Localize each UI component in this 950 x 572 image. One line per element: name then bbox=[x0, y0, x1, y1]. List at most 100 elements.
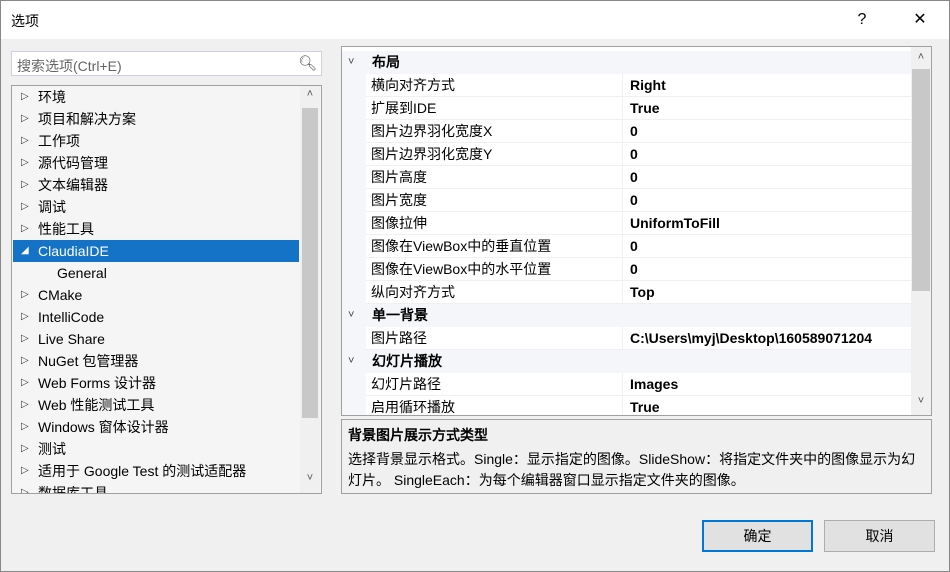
search-input[interactable]: 搜索选项(Ctrl+E) 🔍︎ bbox=[11, 51, 322, 76]
search-icon[interactable]: 🔍︎ bbox=[298, 54, 317, 72]
tree-item[interactable]: ▷ Web 性能测试工具 bbox=[13, 394, 299, 416]
property-row[interactable]: 启用循环播放 True bbox=[342, 396, 911, 415]
property-value[interactable]: 0 bbox=[630, 189, 638, 211]
property-category[interactable]: ˅ 幻灯片播放 bbox=[342, 350, 911, 373]
category-label: 单一背景 bbox=[372, 307, 428, 323]
collapsed-arrow-icon[interactable]: ▷ bbox=[21, 306, 29, 328]
scroll-thumb[interactable] bbox=[912, 69, 930, 291]
property-category[interactable]: ˅ 单一背景 bbox=[342, 304, 911, 327]
collapsed-arrow-icon[interactable]: ▷ bbox=[21, 350, 29, 372]
property-row[interactable]: 幻灯片路径 Images bbox=[342, 373, 911, 396]
options-tree[interactable]: ▷ 数据库工具 ▷ 适用于 Google Test 的测试适配器 ▷ 测试 ▷ Windows… bbox=[11, 85, 322, 494]
collapsed-arrow-icon[interactable]: ▷ bbox=[21, 328, 29, 350]
property-value[interactable]: 0 bbox=[630, 235, 638, 257]
tree-item[interactable]: ▷ 源代码管理 bbox=[13, 152, 299, 174]
property-category[interactable]: ˅ 布局 bbox=[342, 51, 911, 74]
property-row[interactable]: 图片高度 0 bbox=[342, 166, 911, 189]
grid-scrollbar[interactable]: ˄ ˅ bbox=[911, 47, 931, 415]
tree-scrollbar[interactable]: ˄ ˅ bbox=[300, 86, 320, 493]
row-gutter bbox=[342, 281, 366, 304]
tree-item[interactable]: ▷ IntelliCode bbox=[13, 306, 299, 328]
property-value[interactable]: 0 bbox=[630, 258, 638, 280]
property-value[interactable]: True bbox=[630, 97, 660, 119]
scroll-down-icon[interactable]: ˅ bbox=[300, 472, 320, 484]
tree-item[interactable]: ▷ 测试 bbox=[13, 438, 299, 460]
property-row[interactable]: 图片边界羽化宽度Y 0 bbox=[342, 143, 911, 166]
collapsed-arrow-icon[interactable]: ▷ bbox=[21, 460, 29, 482]
ok-button[interactable]: 确定 bbox=[702, 520, 813, 552]
collapsed-arrow-icon[interactable]: ▷ bbox=[21, 438, 29, 460]
row-gutter bbox=[342, 189, 366, 212]
property-grid[interactable]: 启用循环播放 True 幻灯片路径 Images ˅ 幻灯片播放 图片路径 C:\Users\… bbox=[341, 46, 932, 416]
tree-item[interactable]: General bbox=[13, 262, 299, 284]
tree-item[interactable]: ▷ 环境 bbox=[13, 86, 299, 108]
collapsed-arrow-icon[interactable]: ▷ bbox=[21, 108, 29, 130]
scroll-up-icon[interactable]: ˄ bbox=[300, 88, 320, 100]
collapsed-arrow-icon[interactable]: ▷ bbox=[21, 372, 29, 394]
property-row[interactable]: 图像在ViewBox中的水平位置 0 bbox=[342, 258, 911, 281]
chevron-down-icon[interactable]: ˅ bbox=[348, 51, 354, 73]
collapsed-arrow-icon[interactable]: ▷ bbox=[21, 394, 29, 416]
collapsed-arrow-icon[interactable]: ▷ bbox=[21, 152, 29, 174]
tree-item[interactable]: ▷ 性能工具 bbox=[13, 218, 299, 240]
tree-item[interactable]: ▷ 文本编辑器 bbox=[13, 174, 299, 196]
row-gutter bbox=[342, 120, 366, 143]
property-name: 横向对齐方式 bbox=[371, 74, 623, 97]
tree-item-label: Web 性能测试工具 bbox=[38, 397, 155, 413]
property-row[interactable]: 图片路径 C:\Users\myj\Desktop\160589071204 bbox=[342, 327, 911, 350]
tree-item[interactable]: ▷ 工作项 bbox=[13, 130, 299, 152]
category-label: 布局 bbox=[372, 54, 400, 70]
row-gutter bbox=[342, 373, 366, 396]
property-row[interactable]: 横向对齐方式 Right bbox=[342, 74, 911, 97]
tree-item-label: 文本编辑器 bbox=[38, 177, 108, 193]
collapsed-arrow-icon[interactable]: ▷ bbox=[21, 130, 29, 152]
tree-item[interactable]: ▷ CMake bbox=[13, 284, 299, 306]
expanded-arrow-icon[interactable]: ◢ bbox=[21, 240, 29, 262]
help-button[interactable]: ? bbox=[839, 5, 885, 35]
property-value[interactable]: 0 bbox=[630, 166, 638, 188]
tree-item[interactable]: ▷ 调试 bbox=[13, 196, 299, 218]
property-row[interactable]: 扩展到IDE True bbox=[342, 97, 911, 120]
property-value[interactable]: Top bbox=[630, 281, 655, 303]
tree-item-label: NuGet 包管理器 bbox=[38, 353, 139, 369]
tree-item[interactable]: ▷ Live Share bbox=[13, 328, 299, 350]
tree-item[interactable]: ▷ 项目和解决方案 bbox=[13, 108, 299, 130]
collapsed-arrow-icon[interactable]: ▷ bbox=[21, 86, 29, 108]
property-value[interactable]: C:\Users\myj\Desktop\160589071204 bbox=[630, 327, 872, 349]
row-gutter bbox=[342, 143, 366, 166]
scroll-thumb[interactable] bbox=[302, 108, 318, 418]
property-row[interactable]: 图片边界羽化宽度X 0 bbox=[342, 120, 911, 143]
property-value[interactable]: 0 bbox=[630, 120, 638, 142]
property-value[interactable]: 0 bbox=[630, 143, 638, 165]
close-button[interactable]: ✕ bbox=[897, 5, 943, 35]
tree-item[interactable]: ▷ Windows 窗体设计器 bbox=[13, 416, 299, 438]
property-name: 幻灯片路径 bbox=[371, 373, 623, 396]
collapsed-arrow-icon[interactable]: ▷ bbox=[21, 218, 29, 240]
property-value[interactable]: True bbox=[630, 396, 660, 415]
chevron-down-icon[interactable]: ˅ bbox=[348, 304, 354, 326]
chevron-down-icon[interactable]: ˅ bbox=[348, 350, 354, 372]
property-row[interactable]: 图像拉伸 UniformToFill bbox=[342, 212, 911, 235]
tree-item[interactable]: ◢ ClaudiaIDE bbox=[13, 240, 299, 262]
tree-item[interactable]: ▷ NuGet 包管理器 bbox=[13, 350, 299, 372]
collapsed-arrow-icon[interactable]: ▷ bbox=[21, 482, 29, 493]
scroll-down-icon[interactable]: ˅ bbox=[911, 395, 931, 407]
property-row[interactable]: 图像在ViewBox中的垂直位置 0 bbox=[342, 235, 911, 258]
property-value[interactable]: Images bbox=[630, 373, 678, 395]
property-name: 图像在ViewBox中的水平位置 bbox=[371, 258, 623, 281]
property-value[interactable]: UniformToFill bbox=[630, 212, 720, 234]
tree-item[interactable]: ▷ 适用于 Google Test 的测试适配器 bbox=[13, 460, 299, 482]
scroll-up-icon[interactable]: ˄ bbox=[911, 51, 931, 63]
collapsed-arrow-icon[interactable]: ▷ bbox=[21, 174, 29, 196]
tree-item[interactable]: ▷ Web Forms 设计器 bbox=[13, 372, 299, 394]
tree-item[interactable]: ▷ 数据库工具 bbox=[13, 482, 299, 493]
property-row[interactable]: 图片宽度 0 bbox=[342, 189, 911, 212]
property-value[interactable]: Right bbox=[630, 74, 666, 96]
window-title: 选项 bbox=[11, 13, 39, 29]
description-panel: 背景图片展示方式类型 选择背景显示格式。Single：显示指定的图像。Slide… bbox=[341, 419, 932, 494]
collapsed-arrow-icon[interactable]: ▷ bbox=[21, 284, 29, 306]
property-row[interactable]: 纵向对齐方式 Top bbox=[342, 281, 911, 304]
cancel-button[interactable]: 取消 bbox=[824, 520, 935, 552]
collapsed-arrow-icon[interactable]: ▷ bbox=[21, 416, 29, 438]
collapsed-arrow-icon[interactable]: ▷ bbox=[21, 196, 29, 218]
